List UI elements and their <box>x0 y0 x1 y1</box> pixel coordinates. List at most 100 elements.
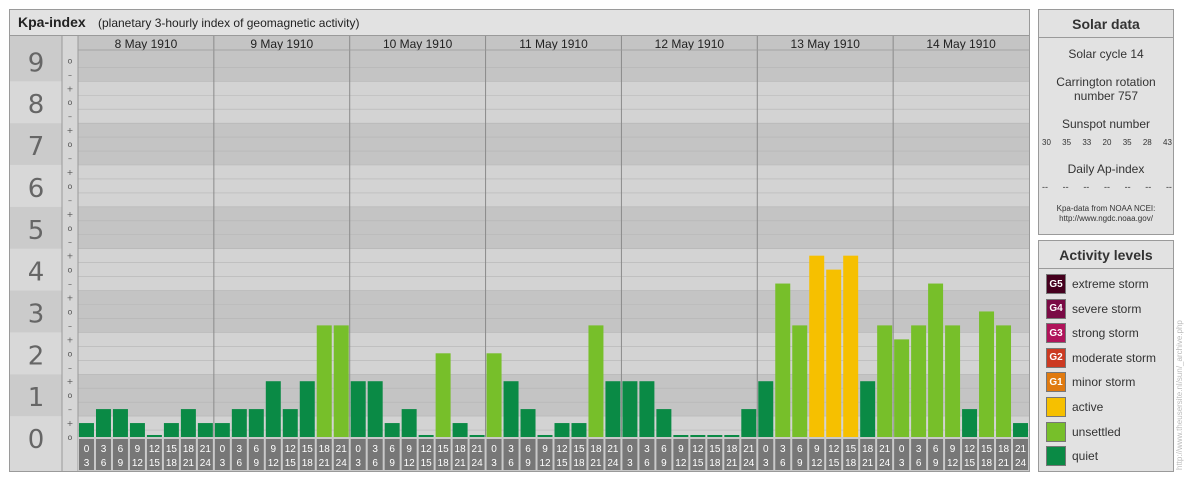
y-tick-label: 9 <box>28 48 45 78</box>
interval-start-label: 15 <box>845 444 857 455</box>
kp-bar <box>350 381 366 437</box>
interval-end-label: 6 <box>780 458 786 469</box>
kp-bar <box>996 325 1012 437</box>
interval-start-label: 18 <box>862 444 874 455</box>
sunspot-value: 20 <box>1102 138 1112 147</box>
interval-end-label: 21 <box>590 458 602 469</box>
solar-data-panel: Solar data Solar cycle 14 Carrington rot… <box>1038 9 1174 235</box>
interval-end-label: 12 <box>675 458 687 469</box>
kp-bar <box>979 311 995 437</box>
interval-end-label: 24 <box>1015 458 1027 469</box>
y-tick-label: 3 <box>28 299 45 329</box>
ap-value: -- <box>1165 182 1172 192</box>
legend-item: G4 severe storm <box>1046 298 1142 319</box>
interval-start-label: 18 <box>183 444 195 455</box>
legend-swatch: G4 <box>1046 298 1066 319</box>
interval-end-label: 21 <box>726 458 738 469</box>
interval-start-label: 18 <box>319 444 331 455</box>
solar-data-title: Solar data <box>1039 10 1173 38</box>
interval-start-label: 18 <box>726 444 738 455</box>
day-label: 11 May 1910 <box>519 37 588 51</box>
minor-tick-label: o <box>68 391 73 400</box>
minor-tick-label: – <box>68 238 72 247</box>
day-label: 10 May 1910 <box>383 37 453 51</box>
interval-end-label: 6 <box>372 458 378 469</box>
minor-tick-label: + <box>67 168 74 177</box>
interval-end-label: 24 <box>472 458 484 469</box>
interval-start-label: 0 <box>763 444 769 455</box>
interval-end-label: 3 <box>220 458 226 469</box>
interval-start-label: 0 <box>627 444 633 455</box>
interval-end-label: 15 <box>421 458 433 469</box>
interval-end-label: 12 <box>947 458 959 469</box>
minor-tick-label: + <box>67 377 74 386</box>
minor-tick-label: – <box>68 154 72 163</box>
minor-tick-label: o <box>68 266 73 275</box>
legend-swatch <box>1046 397 1066 417</box>
minor-tick-label: o <box>68 98 73 107</box>
interval-start-label: 3 <box>780 444 786 455</box>
interval-start-label: 9 <box>135 444 141 455</box>
kpa-chart-panel: 0 1 2 3 4 5 6 7 8 9 o + o + – o + – o + – o + – o + – o + – o + – o + – o –8 … <box>9 9 1030 472</box>
minor-tick-label: – <box>68 112 72 121</box>
interval-end-label: 9 <box>933 458 939 469</box>
interval-end-label: 24 <box>607 458 619 469</box>
interval-start-label: 3 <box>237 444 243 455</box>
minor-tick-label: o <box>68 224 73 233</box>
minor-tick-label: – <box>68 321 72 330</box>
interval-start-label: 15 <box>573 444 585 455</box>
interval-end-label: 3 <box>627 458 633 469</box>
minor-tick-label: o <box>68 433 73 442</box>
interval-start-label: 21 <box>200 444 212 455</box>
chart-subtitle: (planetary 3-hourly index of geomagnetic… <box>98 16 360 30</box>
ap-value: -- <box>1062 182 1069 192</box>
kp-bar <box>537 435 553 437</box>
chart-title: Kpa-index <box>18 14 86 30</box>
interval-end-label: 15 <box>556 458 568 469</box>
legend-label: severe storm <box>1072 301 1142 316</box>
interval-start-label: 9 <box>814 444 820 455</box>
interval-end-label: 3 <box>491 458 497 469</box>
carrington-line1: Carrington rotation <box>1056 75 1156 89</box>
kp-bar <box>214 423 230 437</box>
interval-start-label: 12 <box>285 444 297 455</box>
kp-bar <box>367 381 383 437</box>
kp-bar <box>911 325 927 437</box>
level-band <box>78 206 1029 249</box>
minor-tick-label: o <box>68 349 73 358</box>
kp-bar <box>724 435 740 437</box>
kp-bar <box>792 325 808 437</box>
interval-start-label: 0 <box>220 444 226 455</box>
legend-swatch <box>1046 446 1066 467</box>
interval-end-label: 15 <box>964 458 976 469</box>
day-label: 14 May 1910 <box>926 37 996 51</box>
legend-label: extreme storm <box>1072 277 1149 291</box>
legend-swatch: G3 <box>1046 323 1066 344</box>
interval-start-label: 21 <box>336 444 348 455</box>
kp-bar <box>316 325 332 437</box>
interval-start-label: 9 <box>950 444 956 455</box>
legend-label: strong storm <box>1072 326 1139 341</box>
interval-start-label: 21 <box>472 444 484 455</box>
sunspot-values: 30 35 33 20 35 28 43 <box>1042 138 1172 147</box>
kp-bar <box>79 423 94 437</box>
sunspot-title: Sunspot number <box>1061 117 1151 131</box>
interval-start-label: 6 <box>254 444 260 455</box>
interval-start-label: 6 <box>525 444 531 455</box>
kp-bar <box>282 409 298 437</box>
interval-start-label: 0 <box>899 444 905 455</box>
interval-end-label: 24 <box>879 458 891 469</box>
legend-item: G2 moderate storm <box>1046 347 1156 368</box>
credit-link[interactable]: http://www.ngdc.noaa.gov/ <box>1039 214 1173 224</box>
interval-end-label: 3 <box>899 458 905 469</box>
interval-start-label: 9 <box>406 444 412 455</box>
interval-start-label: 3 <box>508 444 514 455</box>
kp-bar <box>180 409 196 437</box>
kp-bar <box>333 325 349 437</box>
interval-start-label: 15 <box>709 444 721 455</box>
level-band <box>78 123 1029 165</box>
level-band <box>78 164 1029 207</box>
sunspot-value: 28 <box>1142 138 1152 147</box>
legend-item: G5 extreme storm <box>1046 274 1149 294</box>
interval-end-label: 18 <box>166 458 178 469</box>
